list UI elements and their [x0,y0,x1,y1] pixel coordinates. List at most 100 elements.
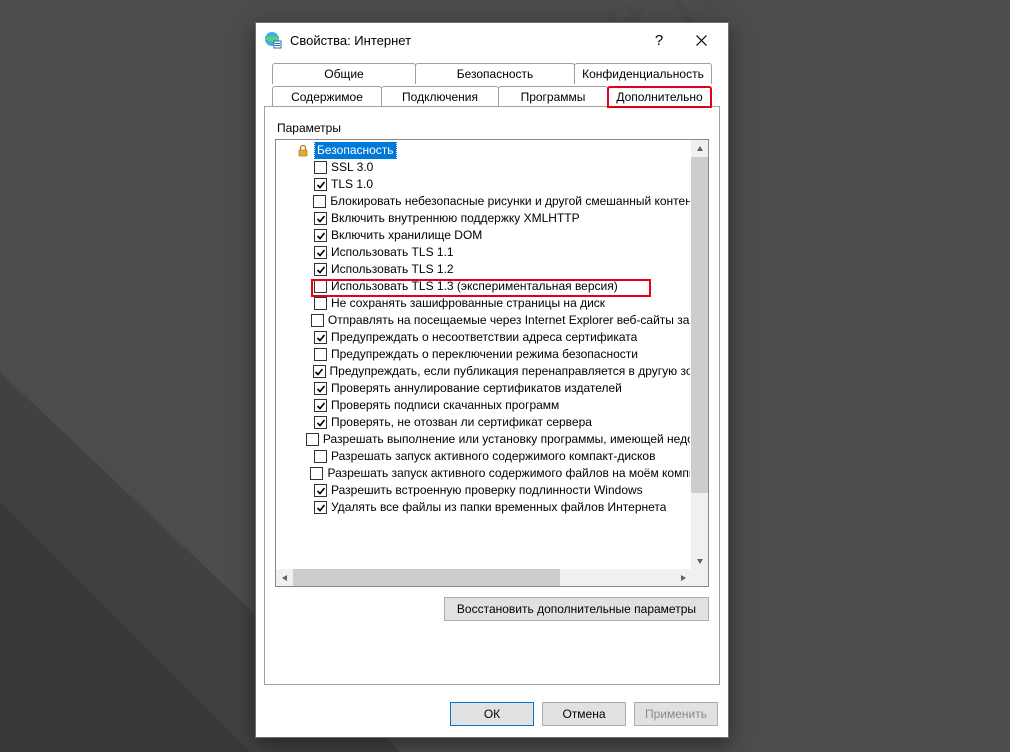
tree-item-label: Разрешить встроенную проверку подлинност… [331,482,643,499]
dialog-button-bar: ОК Отмена Применить [256,693,728,737]
checkbox[interactable] [314,246,327,259]
scroll-left-button[interactable] [276,569,293,586]
tab-strip: Общие Безопасность Конфиденциальность Со… [264,57,720,107]
settings-tree[interactable]: БезопасностьSSL 3.0TLS 1.0Блокировать не… [275,139,709,587]
tree-item[interactable]: Предупреждать, если публикация перенапра… [278,363,690,380]
scrollbar-corner [691,569,708,586]
tree-item[interactable]: SSL 3.0 [278,159,690,176]
tree-item-label: Включить внутреннюю поддержку XMLHTTP [331,210,580,227]
apply-button[interactable]: Применить [634,702,718,726]
checkbox[interactable] [306,433,319,446]
tree-item-label: Разрешать запуск активного содержимого к… [331,448,655,465]
tree-item-label: Использовать TLS 1.2 [331,261,454,278]
tree-item[interactable]: Включить внутреннюю поддержку XMLHTTP [278,210,690,227]
tree-item[interactable]: Отправлять на посещаемые через Internet … [278,312,690,329]
tree-item-label: Включить хранилище DOM [331,227,482,244]
lock-icon [296,144,310,158]
checkbox[interactable] [314,263,327,276]
checkbox[interactable] [314,161,327,174]
tree-item-label: Предупреждать о несоответствии адреса се… [331,329,637,346]
tree-item[interactable]: Проверять подписи скачанных программ [278,397,690,414]
tree-item-label: Использовать TLS 1.3 (экспериментальная … [331,278,618,295]
checkbox[interactable] [314,331,327,344]
scroll-h-track[interactable] [293,569,674,586]
internet-options-icon [264,31,282,49]
checkbox[interactable] [311,314,324,327]
horizontal-scrollbar[interactable] [276,569,691,586]
checkbox[interactable] [314,450,327,463]
tree-item[interactable]: Разрешать запуск активного содержимого ф… [278,465,690,482]
tree-category-security[interactable]: Безопасность [278,142,690,159]
tree-item-label: Блокировать небезопасные рисунки и друго… [330,193,690,210]
tree-item[interactable]: Использовать TLS 1.2 [278,261,690,278]
tree-item-label: Проверять подписи скачанных программ [331,397,559,414]
checkbox[interactable] [314,229,327,242]
checkbox[interactable] [314,501,327,514]
scroll-h-thumb[interactable] [293,569,560,586]
tree-item[interactable]: Использовать TLS 1.1 [278,244,690,261]
scroll-v-track[interactable] [691,157,708,552]
ok-button[interactable]: ОК [450,702,534,726]
close-button[interactable] [680,26,722,54]
tab-connections[interactable]: Подключения [381,86,499,107]
dialog-title: Свойства: Интернет [290,33,638,48]
tree-item-label: TLS 1.0 [331,176,373,193]
tree-item[interactable]: Разрешать выполнение или установку прогр… [278,431,690,448]
tree-item[interactable]: Разрешать запуск активного содержимого к… [278,448,690,465]
tree-item[interactable]: Не сохранять зашифрованные страницы на д… [278,295,690,312]
scroll-down-button[interactable] [691,552,708,569]
tree-item[interactable]: Включить хранилище DOM [278,227,690,244]
tree-item[interactable]: Предупреждать о несоответствии адреса се… [278,329,690,346]
checkbox[interactable] [314,484,327,497]
tree-item[interactable]: Разрешить встроенную проверку подлинност… [278,482,690,499]
internet-properties-dialog: Свойства: Интернет ? Общие Безопасность … [255,22,729,738]
restore-defaults-button[interactable]: Восстановить дополнительные параметры [444,597,709,621]
tree-item-label: Проверять аннулирование сертификатов изд… [331,380,622,397]
checkbox[interactable] [314,416,327,429]
cancel-button[interactable]: Отмена [542,702,626,726]
checkbox[interactable] [314,297,327,310]
tab-panel-advanced: Параметры БезопасностьSSL 3.0TLS 1.0Блок… [264,106,720,685]
scroll-up-button[interactable] [691,140,708,157]
tree-item[interactable]: Проверять, не отозван ли сертификат серв… [278,414,690,431]
tree-item[interactable]: TLS 1.0 [278,176,690,193]
tree-item[interactable]: Проверять аннулирование сертификатов изд… [278,380,690,397]
tree-item-label: Отправлять на посещаемые через Internet … [328,312,690,329]
tree-item[interactable]: Удалять все файлы из папки временных фай… [278,499,690,516]
tree-category-label: Безопасность [314,142,397,159]
tree-item-label: Проверять, не отозван ли сертификат серв… [331,414,592,431]
tree-item-label: Разрешать запуск активного содержимого ф… [327,465,690,482]
tab-privacy[interactable]: Конфиденциальность [574,63,712,84]
tree-item[interactable]: Предупреждать о переключении режима безо… [278,346,690,363]
tree-item-label: SSL 3.0 [331,159,373,176]
checkbox[interactable] [314,348,327,361]
background-triangle-2 [0,502,250,752]
scroll-v-thumb[interactable] [691,157,708,493]
vertical-scrollbar[interactable] [691,140,708,569]
title-bar: Свойства: Интернет ? [256,23,728,57]
tree-item-label: Не сохранять зашифрованные страницы на д… [331,295,605,312]
tree-item[interactable]: Использовать TLS 1.3 (экспериментальная … [278,278,690,295]
tree-item-label: Предупреждать о переключении режима безо… [331,346,638,363]
checkbox[interactable] [313,365,326,378]
tab-programs[interactable]: Программы [498,86,608,107]
tree-item-label: Использовать TLS 1.1 [331,244,454,261]
tab-content[interactable]: Содержимое [272,86,382,107]
checkbox[interactable] [314,399,327,412]
tab-general[interactable]: Общие [272,63,416,84]
scroll-right-button[interactable] [674,569,691,586]
checkbox[interactable] [314,280,327,293]
tree-item-label: Предупреждать, если публикация перенапра… [330,363,690,380]
checkbox[interactable] [313,195,326,208]
parameters-label: Параметры [277,121,709,135]
tree-item-label: Удалять все файлы из папки временных фай… [331,499,666,516]
checkbox[interactable] [314,178,327,191]
checkbox[interactable] [314,212,327,225]
tab-security[interactable]: Безопасность [415,63,575,84]
help-button[interactable]: ? [638,26,680,54]
checkbox[interactable] [310,467,323,480]
checkbox[interactable] [314,382,327,395]
tree-item-label: Разрешать выполнение или установку прогр… [323,431,690,448]
tab-advanced[interactable]: Дополнительно [607,86,712,108]
tree-item[interactable]: Блокировать небезопасные рисунки и друго… [278,193,690,210]
